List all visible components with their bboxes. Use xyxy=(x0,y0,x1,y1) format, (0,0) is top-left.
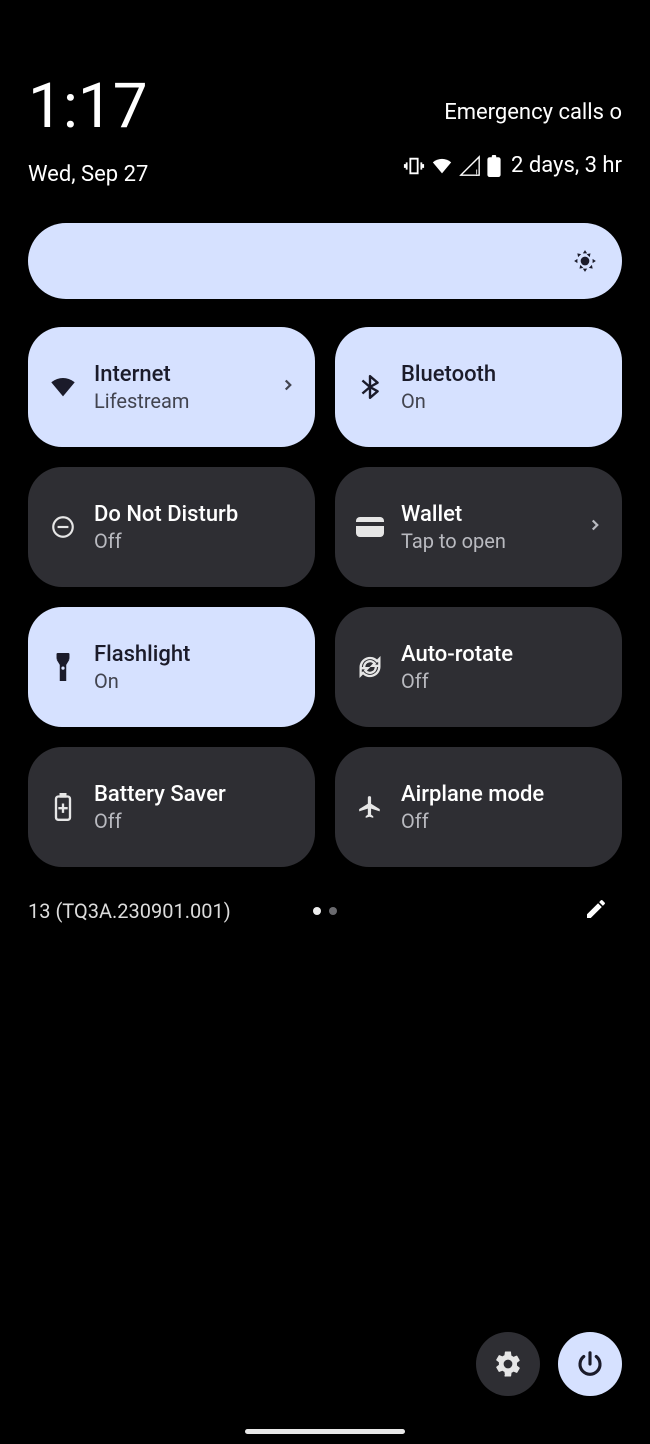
build-number: 13 (TQ3A.230901.001) xyxy=(28,899,231,923)
tile-auto-rotate[interactable]: Auto-rotate Off xyxy=(335,607,622,727)
wallet-icon xyxy=(355,516,385,538)
tile-internet[interactable]: Internet Lifestream xyxy=(28,327,315,447)
signal-icon: ! xyxy=(459,155,481,177)
clock-date[interactable]: Wed, Sep 27 xyxy=(28,162,148,187)
clock-time: 1:17 xyxy=(28,76,148,138)
tile-title: Battery Saver xyxy=(94,782,297,807)
power-button[interactable] xyxy=(558,1332,622,1396)
tile-title: Airplane mode xyxy=(401,782,604,807)
tile-airplane-mode[interactable]: Airplane mode Off xyxy=(335,747,622,867)
tile-title: Do Not Disturb xyxy=(94,502,297,527)
flashlight-icon xyxy=(48,653,78,681)
auto-rotate-icon xyxy=(355,653,385,681)
airplane-icon xyxy=(355,794,385,820)
tile-title: Flashlight xyxy=(94,642,297,667)
pencil-icon xyxy=(584,897,608,921)
tile-subtitle: Tap to open xyxy=(401,529,570,553)
tile-bluetooth[interactable]: Bluetooth On xyxy=(335,327,622,447)
tile-subtitle: Off xyxy=(94,529,297,553)
navigation-handle[interactable] xyxy=(245,1429,405,1434)
page-dot xyxy=(329,907,337,915)
wifi-icon xyxy=(48,373,78,401)
brightness-slider[interactable] xyxy=(28,223,622,299)
do-not-disturb-icon xyxy=(48,514,78,540)
vibrate-icon xyxy=(403,155,425,177)
svg-text:!: ! xyxy=(476,169,478,177)
tile-subtitle: On xyxy=(401,389,604,413)
gear-icon xyxy=(493,1349,523,1379)
tile-subtitle: On xyxy=(94,669,297,693)
page-indicator[interactable] xyxy=(313,907,337,915)
tile-do-not-disturb[interactable]: Do Not Disturb Off xyxy=(28,467,315,587)
battery-icon xyxy=(487,155,501,177)
battery-saver-icon xyxy=(48,793,78,821)
bluetooth-icon xyxy=(355,374,385,400)
tile-subtitle: Off xyxy=(401,809,604,833)
wifi-icon xyxy=(431,155,453,177)
emergency-call-label: Emergency calls o xyxy=(444,100,622,125)
tile-title: Auto-rotate xyxy=(401,642,604,667)
tile-title: Bluetooth xyxy=(401,362,604,387)
tile-wallet[interactable]: Wallet Tap to open xyxy=(335,467,622,587)
tile-title: Wallet xyxy=(401,502,570,527)
settings-button[interactable] xyxy=(476,1332,540,1396)
battery-remaining-label: 2 days, 3 hr xyxy=(511,153,622,178)
power-icon xyxy=(575,1349,605,1379)
status-icons: ! xyxy=(403,155,501,177)
tile-subtitle: Lifestream xyxy=(94,389,263,413)
brightness-icon xyxy=(572,248,598,274)
chevron-right-icon[interactable] xyxy=(279,376,297,398)
tile-subtitle: Off xyxy=(94,809,297,833)
edit-button[interactable] xyxy=(584,897,608,925)
tile-battery-saver[interactable]: Battery Saver Off xyxy=(28,747,315,867)
chevron-right-icon[interactable] xyxy=(586,516,604,538)
tile-subtitle: Off xyxy=(401,669,604,693)
page-dot xyxy=(313,907,321,915)
tile-title: Internet xyxy=(94,362,263,387)
tile-flashlight[interactable]: Flashlight On xyxy=(28,607,315,727)
